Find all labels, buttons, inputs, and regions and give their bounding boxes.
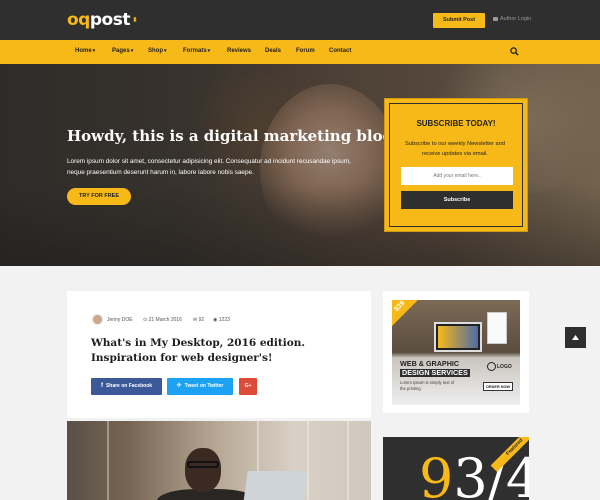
post-views: 1223 <box>218 317 230 323</box>
ad-logo-text: LOGO <box>497 363 512 370</box>
ad-heading: WEB & GRAPHIC DESIGN SERVICES <box>400 360 470 377</box>
hero-banner: Howdy, this is a digital marketing blog … <box>0 64 600 266</box>
post-card: Jenny DOE ⊙ 21 March 2016 ✉ 92 ◉ 1223 Wh… <box>67 291 371 418</box>
nav-label: Reviews <box>227 48 252 54</box>
hero-title: Howdy, this is a digital marketing blog <box>67 127 394 145</box>
nav-item-reviews[interactable]: Reviews <box>227 48 251 54</box>
nav-label: Forum <box>296 48 315 54</box>
ad-subtext: Lorem Ipsum is simply text of the printi… <box>400 380 455 391</box>
ad-paper-mockup <box>487 312 507 344</box>
nav-item-home[interactable]: Home▾ <box>75 48 95 54</box>
share-facebook-button[interactable]: f Share on Facebook <box>91 378 162 395</box>
chevron-down-icon: ▾ <box>207 48 211 54</box>
share-twitter-button[interactable]: ✈ Tweet on Twitter <box>167 378 233 395</box>
subscribe-button[interactable]: Subscribe <box>401 191 513 209</box>
ad-logo: LOGO <box>487 362 512 371</box>
submit-post-button[interactable]: Submit Post <box>433 13 485 28</box>
window-frame <box>307 421 309 500</box>
logo-circle-icon <box>487 362 496 371</box>
featured-number: 93/4 <box>419 449 529 500</box>
window-frame <box>107 421 109 500</box>
ad-heading-line2: DESIGN SERVICES <box>400 368 470 377</box>
nav-item-contact[interactable]: Contact <box>329 48 351 54</box>
share-facebook-label: Share on Facebook <box>105 383 153 389</box>
share-gplus-button[interactable]: G+ <box>239 378 257 395</box>
nav-label: Home <box>75 48 92 54</box>
ad-monitor-mockup <box>434 322 482 352</box>
logo-suffix: post <box>89 10 131 30</box>
ad-widget: $39 WEB & GRAPHIC DESIGN SERVICES Lorem … <box>383 291 529 413</box>
nav-item-deals[interactable]: Deals <box>265 48 281 54</box>
featured-number-first: 9 <box>419 447 454 500</box>
try-for-free-button[interactable]: TRY FOR FREE <box>67 188 131 205</box>
author-login-label: Author Login <box>500 16 532 22</box>
author-login-link[interactable]: Author Login <box>493 16 531 22</box>
post-date: 21 March 2016 <box>148 317 182 323</box>
nav-label: Pages <box>112 48 130 54</box>
hero-description: Lorem ipsum dolor sit amet, consectetur … <box>67 158 351 176</box>
clock-icon: ⊙ <box>143 317 148 323</box>
scroll-to-top-button[interactable] <box>565 327 586 348</box>
twitter-icon: ✈ <box>176 383 182 389</box>
views-meta: ◉ 1223 <box>213 317 230 323</box>
nav-item-shop[interactable]: Shop▾ <box>148 48 167 54</box>
facebook-icon: f <box>100 383 103 389</box>
person-head <box>185 448 221 492</box>
post-featured-image[interactable] <box>67 421 371 500</box>
eye-icon: ◉ <box>213 317 218 323</box>
order-now-button[interactable]: ORDER NOW <box>483 382 513 391</box>
nav-label: Contact <box>329 48 352 54</box>
share-twitter-label: Tweet on Twitter <box>184 383 224 389</box>
date-meta: ⊙ 21 March 2016 <box>143 317 182 323</box>
subscribe-title: SUBSCRIBE TODAY! <box>416 119 496 128</box>
chevron-up-icon <box>572 335 579 340</box>
nav-label: Shop <box>148 48 163 54</box>
chevron-down-icon: ▾ <box>130 48 134 54</box>
nav-label: Formats <box>183 48 207 54</box>
featured-number-rest: 3/4 <box>453 447 529 500</box>
avatar[interactable] <box>92 314 103 325</box>
post-title[interactable]: What's in My Desktop, 2016 edition. Insp… <box>91 336 361 366</box>
subscribe-widget: SUBSCRIBE TODAY! Subscribe to our weekly… <box>384 98 528 232</box>
nav-search-button[interactable] <box>503 40 527 64</box>
glasses <box>187 461 219 468</box>
search-icon <box>510 47 519 56</box>
email-field[interactable] <box>401 167 513 185</box>
featured-widget[interactable]: 93/4 Featured <box>383 437 529 500</box>
nav-item-pages[interactable]: Pages▾ <box>112 48 133 54</box>
chevron-down-icon: ▾ <box>164 48 167 54</box>
site-logo[interactable]: oqpost ⬍ <box>67 10 138 30</box>
lock-icon <box>493 17 498 21</box>
main-navigation: Home▾ Pages▾ Shop▾ Formats▾ Reviews Deal… <box>0 40 600 64</box>
nav-label: Deals <box>265 48 282 54</box>
nav-item-forum[interactable]: Forum <box>296 48 315 54</box>
ad-banner[interactable]: $39 WEB & GRAPHIC DESIGN SERVICES Lorem … <box>392 300 520 405</box>
nav-item-formats[interactable]: Formats▾ <box>183 48 210 54</box>
post-author[interactable]: Jenny DOE <box>107 317 133 323</box>
post-comments: 92 <box>198 317 205 323</box>
chevron-down-icon: ▾ <box>92 48 96 54</box>
logo-arrows-icon: ⬍ <box>131 16 138 24</box>
subscribe-description: Subscribe to our weekly Newsletter and r… <box>405 141 505 157</box>
laptop <box>242 471 308 500</box>
ad-heading-line1: WEB & GRAPHIC <box>400 359 460 368</box>
comment-icon: ✉ <box>193 317 198 323</box>
logo-prefix: oq <box>67 10 90 30</box>
top-bar: oqpost ⬍ Submit Post Author Login <box>0 0 600 40</box>
comments-meta[interactable]: ✉ 92 <box>193 317 204 323</box>
window-frame <box>347 421 349 500</box>
